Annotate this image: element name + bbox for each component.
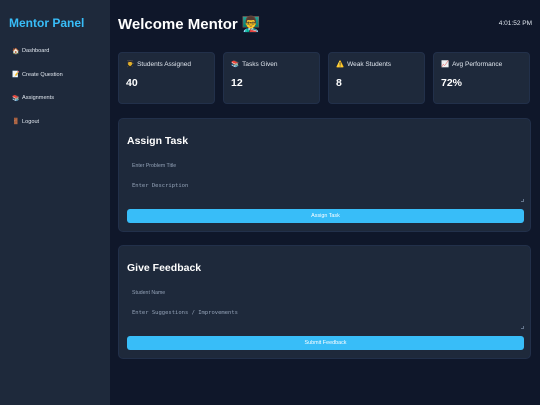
give-feedback-panel: Give Feedback Submit Feedback bbox=[118, 245, 531, 359]
resize-handle-icon[interactable] bbox=[521, 199, 524, 202]
main-content: Welcome Mentor 👨‍🏫 4:01:52 PM 👨‍🎓 Studen… bbox=[110, 0, 540, 405]
stat-label: Tasks Given bbox=[242, 60, 278, 68]
memo-icon: 📝 bbox=[12, 72, 20, 78]
sidebar-nav: 🏠 Dashboard 📝 Create Question 📚 Assignme… bbox=[12, 44, 63, 138]
stat-value: 40 bbox=[126, 77, 138, 89]
sidebar-item-label: Logout bbox=[22, 118, 40, 125]
student-icon: 👨‍🎓 bbox=[126, 61, 135, 68]
stat-label: Avg Performance bbox=[452, 60, 503, 68]
stat-value: 72% bbox=[441, 77, 463, 89]
sidebar: Mentor Panel 🏠 Dashboard 📝 Create Questi… bbox=[0, 0, 110, 405]
problem-title-input[interactable] bbox=[127, 159, 524, 173]
stat-label: Weak Students bbox=[347, 60, 392, 68]
stat-value: 8 bbox=[336, 77, 342, 89]
stat-card-students-assigned: 👨‍🎓 Students Assigned 40 bbox=[118, 52, 215, 104]
page-title: Welcome Mentor 👨‍🏫 bbox=[118, 16, 261, 33]
sidebar-item-label: Dashboard bbox=[22, 48, 50, 54]
clock: 4:01:52 PM bbox=[498, 20, 532, 27]
stats-row: 👨‍🎓 Students Assigned 40 📚 Tasks Given 1… bbox=[118, 52, 530, 104]
suggestions-textarea[interactable] bbox=[127, 306, 524, 326]
sidebar-item-dashboard[interactable]: 🏠 Dashboard bbox=[12, 44, 63, 58]
sidebar-item-create-question[interactable]: 📝 Create Question bbox=[12, 68, 63, 82]
stat-card-weak-students: ⚠️ Weak Students 8 bbox=[328, 52, 425, 104]
brand-title: Mentor Panel bbox=[9, 16, 85, 30]
stat-label: Students Assigned bbox=[137, 60, 191, 68]
stat-value: 12 bbox=[231, 77, 243, 89]
assign-task-title: Assign Task bbox=[127, 135, 189, 147]
submit-feedback-button[interactable]: Submit Feedback bbox=[127, 336, 524, 350]
chart-increasing-icon: 📈 bbox=[441, 61, 450, 68]
home-icon: 🏠 bbox=[12, 48, 20, 55]
books-icon: 📚 bbox=[12, 95, 20, 102]
door-icon: 🚪 bbox=[12, 119, 20, 125]
stat-card-tasks-given: 📚 Tasks Given 12 bbox=[223, 52, 320, 104]
sidebar-item-label: Assignments bbox=[22, 95, 55, 101]
assign-task-button[interactable]: Assign Task bbox=[127, 209, 524, 223]
sidebar-item-logout[interactable]: 🚪 Logout bbox=[12, 115, 63, 129]
sidebar-item-assignments[interactable]: 📚 Assignments bbox=[12, 91, 63, 105]
warning-icon: ⚠️ bbox=[336, 61, 345, 68]
sidebar-item-label: Create Question bbox=[22, 71, 63, 78]
resize-handle-icon[interactable] bbox=[521, 326, 524, 329]
student-name-input[interactable] bbox=[127, 286, 524, 300]
assign-task-panel: Assign Task Assign Task bbox=[118, 118, 531, 232]
stat-card-avg-performance: 📈 Avg Performance 72% bbox=[433, 52, 530, 104]
description-textarea[interactable] bbox=[127, 179, 524, 199]
books-icon: 📚 bbox=[231, 61, 240, 68]
give-feedback-title: Give Feedback bbox=[127, 262, 202, 274]
